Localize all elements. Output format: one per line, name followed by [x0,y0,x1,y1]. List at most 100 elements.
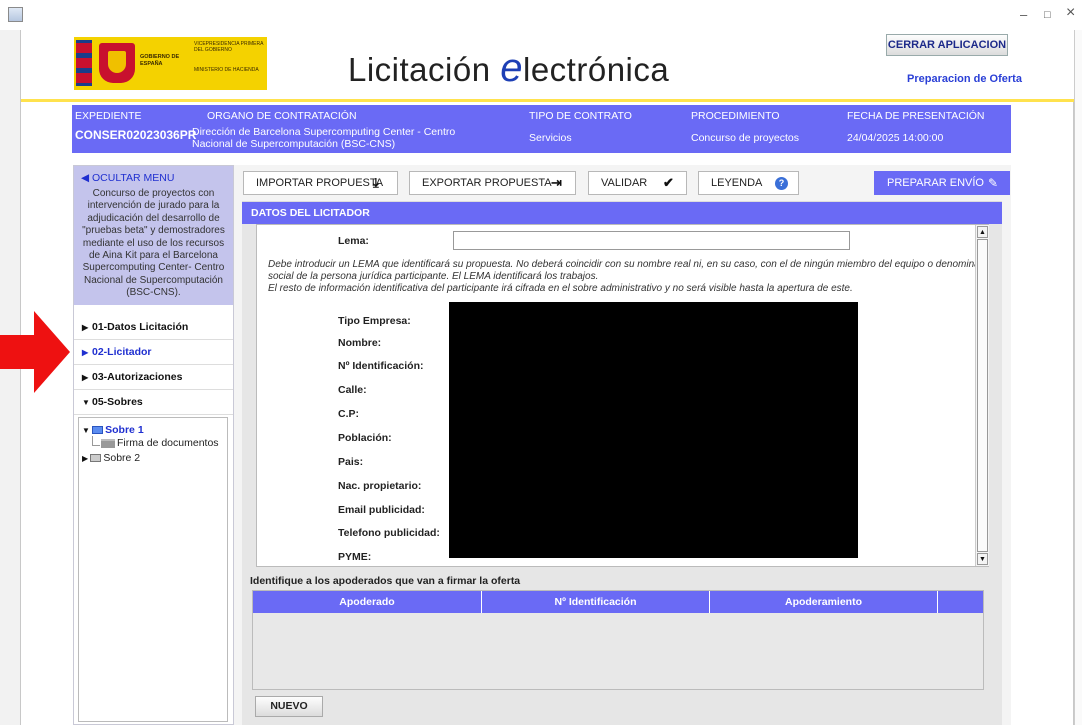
folder-icon [101,438,115,448]
nombre-label: Nombre: [338,337,382,349]
expediente-value: CONSER02023036PR [75,128,197,142]
tipo-contrato-label: TIPO DE CONTRATO [529,110,632,122]
window-scrollbar[interactable] [1074,30,1082,725]
app-title-prefix: Licitación [348,51,501,88]
tree-node-sobre-1[interactable]: ▼ Sobre 1 [82,424,144,436]
scroll-down-icon[interactable]: ▼ [977,553,988,565]
tree-connector [92,436,93,445]
app-title: Licitación electrónica [348,46,688,90]
pais-label: Pais: [338,456,364,468]
apoderados-table-header: Apoderado Nº Identificación Apoderamient… [253,591,983,613]
eu-flag-icon [76,40,92,86]
procedimiento-value: Concurso de proyectos [691,132,799,144]
triangle-right-icon: ▶ [82,373,89,382]
coat-of-arms-icon [99,43,135,83]
sidebar-item-label: 03-Autorizaciones [92,371,183,383]
close-window-button[interactable]: × [1066,5,1075,21]
calle-label: Calle: [338,384,367,396]
column-header-empty [938,591,983,613]
sidebar-item-datos-licitacion[interactable]: ▶ 01-Datos Licitación [74,315,233,340]
form-scrollbar[interactable]: ▲ ▼ [975,225,989,566]
preparar-envio-button[interactable]: PREPARAR ENVÍO ✎ [874,171,1010,195]
lema-label: Lema: [338,235,369,247]
tree-node-label: Sobre 2 [103,452,141,464]
apoderados-title: Identifique a los apoderados que van a f… [250,575,521,587]
procedimiento-label: PROCEDIMIENTO [691,110,780,122]
app-title-suffix: lectrónica [523,51,670,88]
edit-icon: ✎ [988,176,999,190]
sidebar-item-label: 05-Sobres [92,396,143,408]
expediente-infobar: EXPEDIENTE CONSER02023036PR ORGANO DE CO… [72,105,1011,153]
application-frame: GOBIERNO DE ESPAÑA VICEPRESIDENCIA PRIME… [20,30,1075,725]
ministerio-label: MINISTERIO DE HACIENDA [194,67,259,73]
triangle-right-icon: ▶ [82,323,89,332]
tree-node-firma-documentos[interactable]: Firma de documentos [101,437,219,449]
cp-label: C.P: [338,408,359,420]
envelope-icon [92,426,104,435]
tree-node-label: Sobre 1 [105,424,144,436]
scrollbar-thumb[interactable] [977,239,988,552]
fecha-presentacion-label: FECHA DE PRESENTACIÓN [847,110,985,122]
java-app-icon [8,7,23,22]
preparar-label: PREPARAR ENVÍO [887,177,984,189]
expediente-label: EXPEDIENTE [75,110,142,122]
validar-button[interactable]: VALIDAR ✔ [588,171,687,195]
lema-hint-line3: El resto de información identificativa d… [268,283,853,294]
minimize-button[interactable]: – [1020,8,1027,22]
scroll-up-icon[interactable]: ▲ [977,226,988,238]
red-arrow-annotation [0,311,70,393]
lema-input[interactable] [453,231,850,250]
sidebar-item-licitador[interactable]: ▶ 02-Licitador [74,340,233,365]
app-header: GOBIERNO DE ESPAÑA VICEPRESIDENCIA PRIME… [21,30,1075,102]
e-logo-icon: e [500,46,523,90]
window-titlebar: – □ × [0,0,1082,30]
nac-propietario-label: Nac. propietario: [338,480,422,492]
tree-node-label: Firma de documentos [117,437,219,449]
checkmark-icon: ✔ [663,175,674,190]
close-application-button[interactable]: CERRAR APLICACION [886,34,1008,56]
section-title: DATOS DEL LICITADOR [242,202,1002,224]
toolbar: IMPORTAR PROPUESTA ⤓ EXPORTAR PROPUESTA ⇥ … [242,165,1010,202]
sidebar-item-sobres[interactable]: ▼ 05-Sobres [74,390,233,415]
help-icon: ? [775,177,788,190]
lema-hint-line1: Debe introducir un LEMA que identificará… [268,259,985,270]
procedure-description-box: ◀ OCULTAR MENU Concurso de proyectos con… [74,166,233,305]
sidebar-item-label: 02-Licitador [92,346,152,358]
leyenda-button[interactable]: LEYENDA? [698,171,799,195]
triangle-left-icon: ◀ [81,172,92,184]
maximize-button[interactable]: □ [1044,8,1051,22]
nuevo-apoderado-button[interactable]: NUEVO [255,696,323,717]
envelope-icon [90,454,102,463]
exportar-propuesta-button[interactable]: EXPORTAR PROPUESTA ⇥ [409,171,576,195]
main-panel: IMPORTAR PROPUESTA ⤓ EXPORTAR PROPUESTA ⇥ … [234,165,1011,725]
pyme-label: PYME: [338,551,372,563]
procedure-description: Concurso de proyectos con intervención d… [82,188,225,299]
sidebar-item-label: 01-Datos Licitación [92,321,189,333]
apoderados-table: Apoderado Nº Identificación Apoderamient… [252,590,984,690]
gobierno-label: GOBIERNO DE ESPAÑA [140,54,180,67]
importar-propuesta-button[interactable]: IMPORTAR PROPUESTA ⤓ [243,171,398,195]
tipo-contrato-value: Servicios [529,132,572,144]
organo-label: ORGANO DE CONTRATACIÓN [207,110,357,122]
triangle-down-icon: ▼ [82,426,93,435]
sidebar-item-autorizaciones[interactable]: ▶ 03-Autorizaciones [74,365,233,390]
telefono-publicidad-label: Telefono publicidad: [338,527,440,539]
gobierno-espana-logo: GOBIERNO DE ESPAÑA VICEPRESIDENCIA PRIME… [74,37,267,90]
importar-label: IMPORTAR PROPUESTA [256,177,384,189]
column-header-apoderado[interactable]: Apoderado [253,591,482,613]
fecha-presentacion-value: 24/04/2025 14:00:00 [847,132,944,144]
exportar-label: EXPORTAR PROPUESTA [422,177,552,189]
page-subtitle: Preparacion de Oferta [907,73,1022,85]
tipo-empresa-label: Tipo Empresa: [338,315,411,327]
vicepresidencia-label: VICEPRESIDENCIA PRIMERA DEL GOBIERNO [194,41,264,53]
triangle-down-icon: ▼ [82,398,90,407]
column-header-identificacion[interactable]: Nº Identificación [482,591,710,613]
lema-hint-line2: social de la persona jurídica participan… [268,271,599,282]
identificacion-label: Nº Identificación: [338,360,424,372]
tree-node-sobre-2[interactable]: ▶ Sobre 2 [82,452,140,464]
poblacion-label: Población: [338,432,392,444]
download-icon: ⤓ [373,175,379,190]
triangle-right-icon: ▶ [82,348,89,357]
hide-menu-button[interactable]: ◀ OCULTAR MENU [81,172,174,184]
column-header-apoderamiento[interactable]: Apoderamiento [710,591,938,613]
